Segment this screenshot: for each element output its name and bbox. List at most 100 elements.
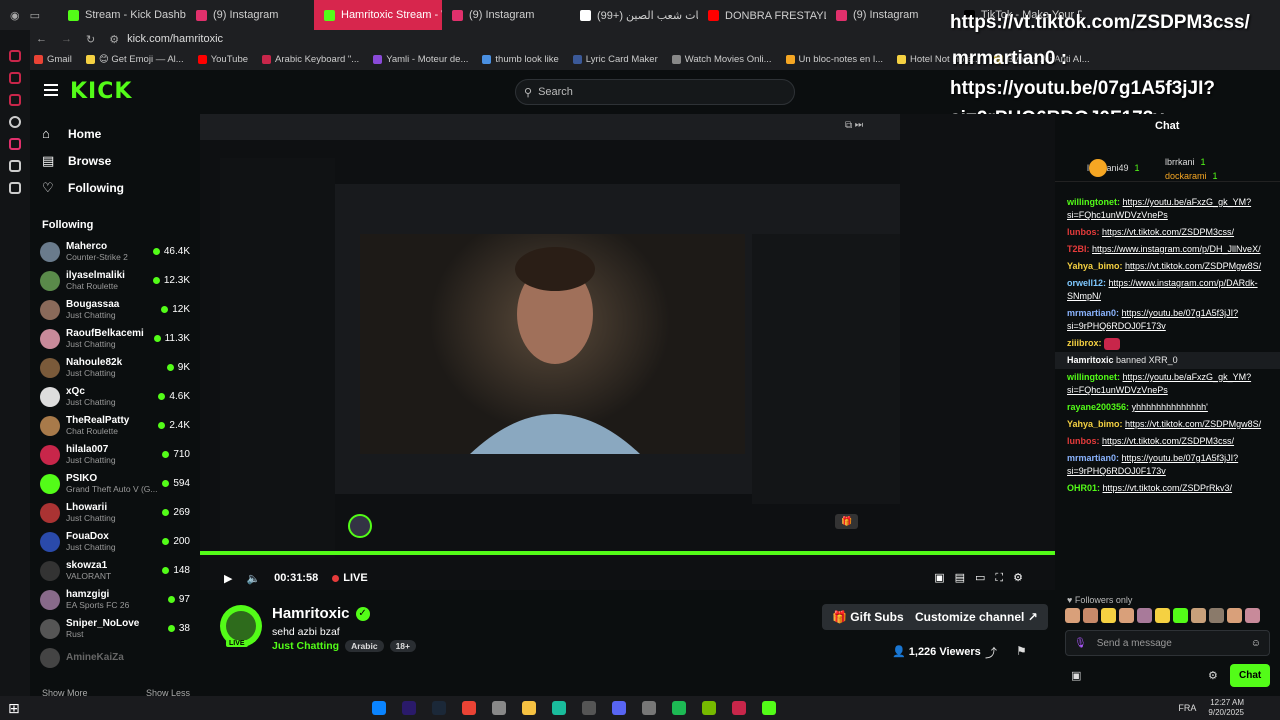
emote-icon[interactable] xyxy=(1209,608,1224,623)
search-input[interactable]: ⚲ Search xyxy=(515,79,795,105)
chat-username[interactable]: OHR01: xyxy=(1067,483,1100,493)
app-icon[interactable] xyxy=(581,701,596,715)
chat-username[interactable]: willingtonet: xyxy=(1067,197,1120,207)
following-channel-item[interactable]: hamzgigi EA Sports FC 26 97 xyxy=(30,585,200,614)
bookmark-item[interactable]: YouTube xyxy=(197,54,248,65)
nav-following[interactable]: ♡ Following xyxy=(30,174,200,201)
emote-icon[interactable] xyxy=(1173,608,1188,623)
chat-username[interactable]: T2BI: xyxy=(1067,244,1090,254)
category-link[interactable]: Just Chatting xyxy=(272,640,339,652)
browser-tab[interactable]: (99+) ضحكات شعب الصين xyxy=(570,0,698,30)
bookmark-item[interactable]: Arabic Keyboard "... xyxy=(262,54,359,65)
chat-username[interactable]: willingtonet: xyxy=(1067,372,1120,382)
top-gifter[interactable]: dockarami 1 xyxy=(1165,170,1218,183)
chat-username[interactable]: ziiibrox: xyxy=(1067,338,1102,348)
url-text[interactable]: kick.com/hamritoxic xyxy=(127,33,223,45)
chat-username[interactable]: Hamritoxic xyxy=(1067,355,1114,365)
stream-tag[interactable]: Arabic xyxy=(345,640,384,652)
volume-icon[interactable]: 🔈 xyxy=(246,572,260,585)
chat-link[interactable]: yhhhhhhhhhhhhhh' xyxy=(1132,402,1208,412)
emote-icon[interactable] xyxy=(1083,608,1098,623)
discord-icon[interactable] xyxy=(611,701,626,715)
forward-icon[interactable]: → xyxy=(61,33,72,45)
following-channel-item[interactable]: Maherco Counter-Strike 2 46.4K xyxy=(30,237,200,266)
emote-icon[interactable] xyxy=(1065,608,1080,623)
following-channel-item[interactable]: PSIKO Grand Theft Auto V (G... 594 xyxy=(30,469,200,498)
chat-link[interactable]: https://vt.tiktok.com/ZSDPMgw8S/ xyxy=(1125,419,1261,429)
stream-tag[interactable]: 18+ xyxy=(389,640,416,652)
browser-tab[interactable]: DONBRA FRESTAYL 🔥 RI xyxy=(698,0,826,30)
player-right-controls[interactable]: ▣▤▭⛶⚙ xyxy=(934,571,1033,585)
folder-icon[interactable] xyxy=(521,701,536,715)
chat-link[interactable]: https://vt.tiktok.com/ZSDPM3css/ xyxy=(1102,436,1234,446)
following-channel-item[interactable]: Lhowarii Just Chatting 269 xyxy=(30,498,200,527)
nvidia-icon[interactable] xyxy=(701,701,716,715)
site-info-icon[interactable]: ⚙ xyxy=(109,33,119,46)
tiktok-icon[interactable] xyxy=(9,160,21,172)
chat-settings-left-icon[interactable]: ▣ xyxy=(1071,670,1081,683)
following-channel-item[interactable]: hilala007 Just Chatting 710 xyxy=(30,440,200,469)
gift-subs-button[interactable]: 🎁 Gift Subs xyxy=(822,604,914,630)
reload-icon[interactable]: ↻ xyxy=(86,33,95,46)
browser-tab[interactable]: Hamritoxic Stream - Wat xyxy=(314,0,442,30)
following-channel-item[interactable]: Bougassaa Just Chatting 12K xyxy=(30,295,200,324)
following-channel-item[interactable]: Nahoule82k Just Chatting 9K xyxy=(30,353,200,382)
kick-icon[interactable] xyxy=(761,701,776,715)
bookmark-item[interactable]: 😊 Get Emoji — Al... xyxy=(85,54,184,65)
streamer-name[interactable]: Hamritoxic ✓ xyxy=(272,605,370,622)
edge-icon[interactable] xyxy=(371,701,386,715)
side-app-icon[interactable] xyxy=(9,50,21,62)
lang-indicator[interactable]: FRA xyxy=(1178,703,1196,713)
following-channel-item[interactable]: RaoufBelkacemi Just Chatting 11.3K xyxy=(30,324,200,353)
share-icon[interactable]: ⤴ xyxy=(985,644,997,661)
chat-username[interactable]: Yahya_bimo: xyxy=(1067,419,1123,429)
bookmark-item[interactable]: Gmail xyxy=(34,54,72,65)
emote-icon[interactable] xyxy=(1245,608,1260,623)
top-gifter[interactable]: lbrrkani 1 xyxy=(1165,156,1206,169)
browser-tab[interactable]: Stream - Kick Dashboard xyxy=(58,0,186,30)
app-icon[interactable] xyxy=(491,701,506,715)
emoji-icon[interactable]: ☺ xyxy=(1251,637,1261,650)
nav-home[interactable]: ⌂ Home xyxy=(30,120,200,147)
browser-tab[interactable]: (9) Instagram xyxy=(442,0,570,30)
back-icon[interactable]: ← xyxy=(36,33,47,45)
bookmark-item[interactable]: Yamli - Moteur de... xyxy=(373,54,468,65)
chat-link[interactable]: https://vt.tiktok.com/ZSDPMgw8S/ xyxy=(1125,261,1261,271)
emote-icon[interactable] xyxy=(1101,608,1116,623)
chat-username[interactable]: mrmartian0: xyxy=(1067,453,1119,463)
chat-link[interactable]: https://www.instagram.com/p/DH_JllNveX/ xyxy=(1092,244,1261,254)
side-app-icon[interactable] xyxy=(9,72,21,84)
following-channel-item[interactable]: skowza1 VALORANT 148 xyxy=(30,556,200,585)
play-icon[interactable]: ▶ xyxy=(224,572,232,585)
chat-input[interactable]: 🎙 Send a message ☺ xyxy=(1065,630,1270,656)
emote-icon[interactable] xyxy=(1155,608,1170,623)
app-icon[interactable] xyxy=(551,701,566,715)
bookmark-item[interactable]: Watch Movies Onli... xyxy=(671,54,772,65)
bookmark-item[interactable]: Lyric Card Maker xyxy=(572,54,658,65)
instagram-icon[interactable] xyxy=(9,138,21,150)
app-icon[interactable] xyxy=(641,701,656,715)
emote-icon[interactable] xyxy=(1119,608,1134,623)
menu-icon[interactable] xyxy=(44,84,58,96)
browser-tab[interactable]: (9) Instagram xyxy=(186,0,314,30)
profile-icon[interactable]: ◉ xyxy=(10,9,20,22)
premiere-icon[interactable] xyxy=(401,701,416,715)
side-app-icon[interactable] xyxy=(9,116,21,128)
clock[interactable]: 12:27 AM 9/20/2025 xyxy=(1208,698,1244,718)
video-player[interactable]: ⧉ ⏭ 🎁 ▶ 🔈 00:31:58 LIVE ▣▤▭⛶⚙ xyxy=(200,114,1055,590)
chat-username[interactable]: lunbos: xyxy=(1067,436,1100,446)
windows-start-icon[interactable]: ⊞ xyxy=(8,700,20,717)
following-channel-item[interactable]: ilyaselmaliki Chat Roulette 12.3K xyxy=(30,266,200,295)
chat-username[interactable]: mrmartian0: xyxy=(1067,308,1119,318)
opera-icon[interactable] xyxy=(731,701,746,715)
x-icon[interactable] xyxy=(9,182,21,194)
chat-username[interactable]: orwell12: xyxy=(1067,278,1106,288)
kick-logo[interactable]: KICK xyxy=(70,79,132,104)
browser-tab[interactable]: (9) Instagram xyxy=(826,0,954,30)
chat-link[interactable]: https://vt.tiktok.com/ZSDPrRkv3/ xyxy=(1103,483,1233,493)
bookmark-item[interactable]: thumb look like xyxy=(482,54,559,65)
following-channel-item[interactable]: xQc Just Chatting 4.6K xyxy=(30,382,200,411)
chat-settings-icon[interactable]: ⚙ xyxy=(1208,670,1218,683)
customize-channel-button[interactable]: Customize channel ↗ xyxy=(905,604,1048,630)
tab-search-icon[interactable]: ▭ xyxy=(30,9,40,22)
